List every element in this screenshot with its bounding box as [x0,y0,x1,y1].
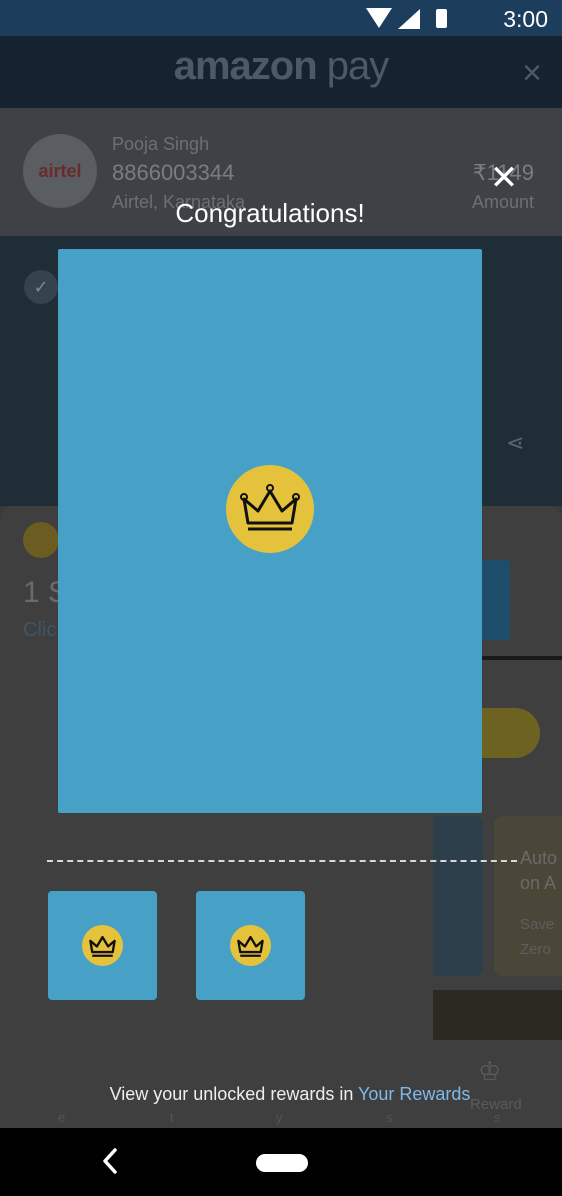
divider [470,656,562,660]
crown-icon [82,925,123,966]
wifi-icon [366,8,392,28]
signal-icon [398,9,420,29]
your-rewards-link[interactable]: Your Rewards [358,1084,470,1104]
reward-card-thumbnail[interactable] [48,891,157,1000]
logo-suffix: pay [316,44,389,88]
promo-banner [433,990,562,1040]
tab-label: s [494,1110,501,1125]
reward-scratch-card[interactable] [58,249,482,813]
home-icon[interactable] [256,1154,308,1172]
battery-icon [436,9,447,28]
back-icon[interactable] [100,1146,120,1184]
check-icon: ✓ [24,270,58,304]
logo-main: amazon [173,44,318,88]
dashed-divider [47,860,517,862]
clock: 3:00 [503,6,548,32]
tab-label: e [58,1110,66,1125]
reward-card-thumbnail[interactable] [196,891,305,1000]
crown-icon [226,465,314,553]
offer-card: Auto on A Save Zero [494,816,562,976]
congratulations-title: Congratulations! [175,198,365,228]
share-icon: ⋖ [506,430,525,455]
crown-icon: ♔ [478,1056,502,1086]
rewards-link: Clic [23,619,57,641]
app-header: amazon pay × [0,36,562,108]
tab-label: t [170,1110,174,1125]
crown-icon [23,522,59,558]
system-nav-bar [0,1128,562,1196]
amazon-pay-logo: amazon pay [0,44,562,89]
payee-name: Pooja Singh [112,134,210,154]
close-icon: × [522,54,542,92]
rewards-footer: View your unlocked rewards in Your Rewar… [0,1084,562,1105]
tab-label: s [386,1110,393,1125]
payee-phone: 8866003344 [112,160,235,185]
offer-title: Auto on A [520,848,558,893]
operator-logo: airtel [23,134,97,208]
status-bar: 3:00 [0,0,562,36]
crown-icon [230,925,271,966]
tab-label: y [276,1110,283,1125]
footer-text: View your unlocked rewards in [109,1084,359,1104]
offer-subtitle: Save Zero [520,916,555,958]
close-icon[interactable]: ✕ [486,160,522,196]
offer-card [433,816,483,976]
